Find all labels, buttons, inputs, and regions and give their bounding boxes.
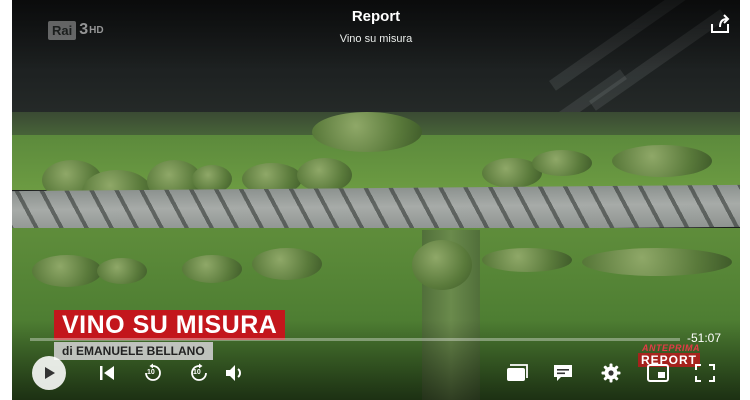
scene-shrub xyxy=(412,240,472,290)
picture-in-picture-icon xyxy=(647,364,669,382)
subtitles-icon xyxy=(554,365,572,381)
play-button[interactable] xyxy=(32,356,66,390)
scene-shrub xyxy=(582,248,732,276)
forward-10-label: 10 xyxy=(193,369,201,376)
skip-previous-button[interactable] xyxy=(90,356,124,390)
scene-shrub xyxy=(312,112,422,152)
scene-shrub xyxy=(532,150,592,176)
skip-previous-icon xyxy=(100,366,114,380)
fullscreen-button[interactable] xyxy=(688,356,722,390)
program-title-banner: VINO SU MISURA xyxy=(54,310,286,340)
control-bar: 10 10 xyxy=(12,356,740,392)
volume-button[interactable] xyxy=(218,356,252,390)
rewind-10-button[interactable]: 10 xyxy=(136,356,170,390)
video-title: Report xyxy=(351,8,401,25)
scene-shrub xyxy=(32,255,102,287)
scene-shrub xyxy=(297,158,352,192)
picture-in-picture-button[interactable] xyxy=(641,356,675,390)
video-subtitle: Vino su misura xyxy=(339,33,413,45)
scene-shrub xyxy=(182,255,242,283)
scene-shrub xyxy=(482,248,572,272)
subtitles-button[interactable] xyxy=(546,356,580,390)
episodes-icon xyxy=(507,364,528,381)
play-icon xyxy=(45,367,55,379)
time-remaining: -51:07 xyxy=(686,331,721,345)
share-icon xyxy=(711,14,730,33)
video-player[interactable]: Rai 3 HD Report Vino su misura VINO SU M… xyxy=(12,0,740,400)
settings-icon xyxy=(601,363,621,383)
volume-icon xyxy=(226,365,241,381)
scene-shrub xyxy=(252,248,322,280)
forward-10-button[interactable]: 10 xyxy=(182,356,216,390)
rewind-10-label: 10 xyxy=(147,369,155,376)
settings-button[interactable] xyxy=(594,356,628,390)
scene-shrub xyxy=(612,145,712,177)
share-button[interactable] xyxy=(708,12,732,36)
header: Report Vino su misura xyxy=(12,8,740,45)
progress-bar[interactable] xyxy=(30,338,680,341)
scene-road xyxy=(12,184,740,234)
episodes-button[interactable] xyxy=(500,356,534,390)
lower-third: VINO SU MISURA di EMANUELE BELLANO xyxy=(54,310,286,360)
fullscreen-icon xyxy=(695,364,715,382)
scene-shrub xyxy=(97,258,147,284)
